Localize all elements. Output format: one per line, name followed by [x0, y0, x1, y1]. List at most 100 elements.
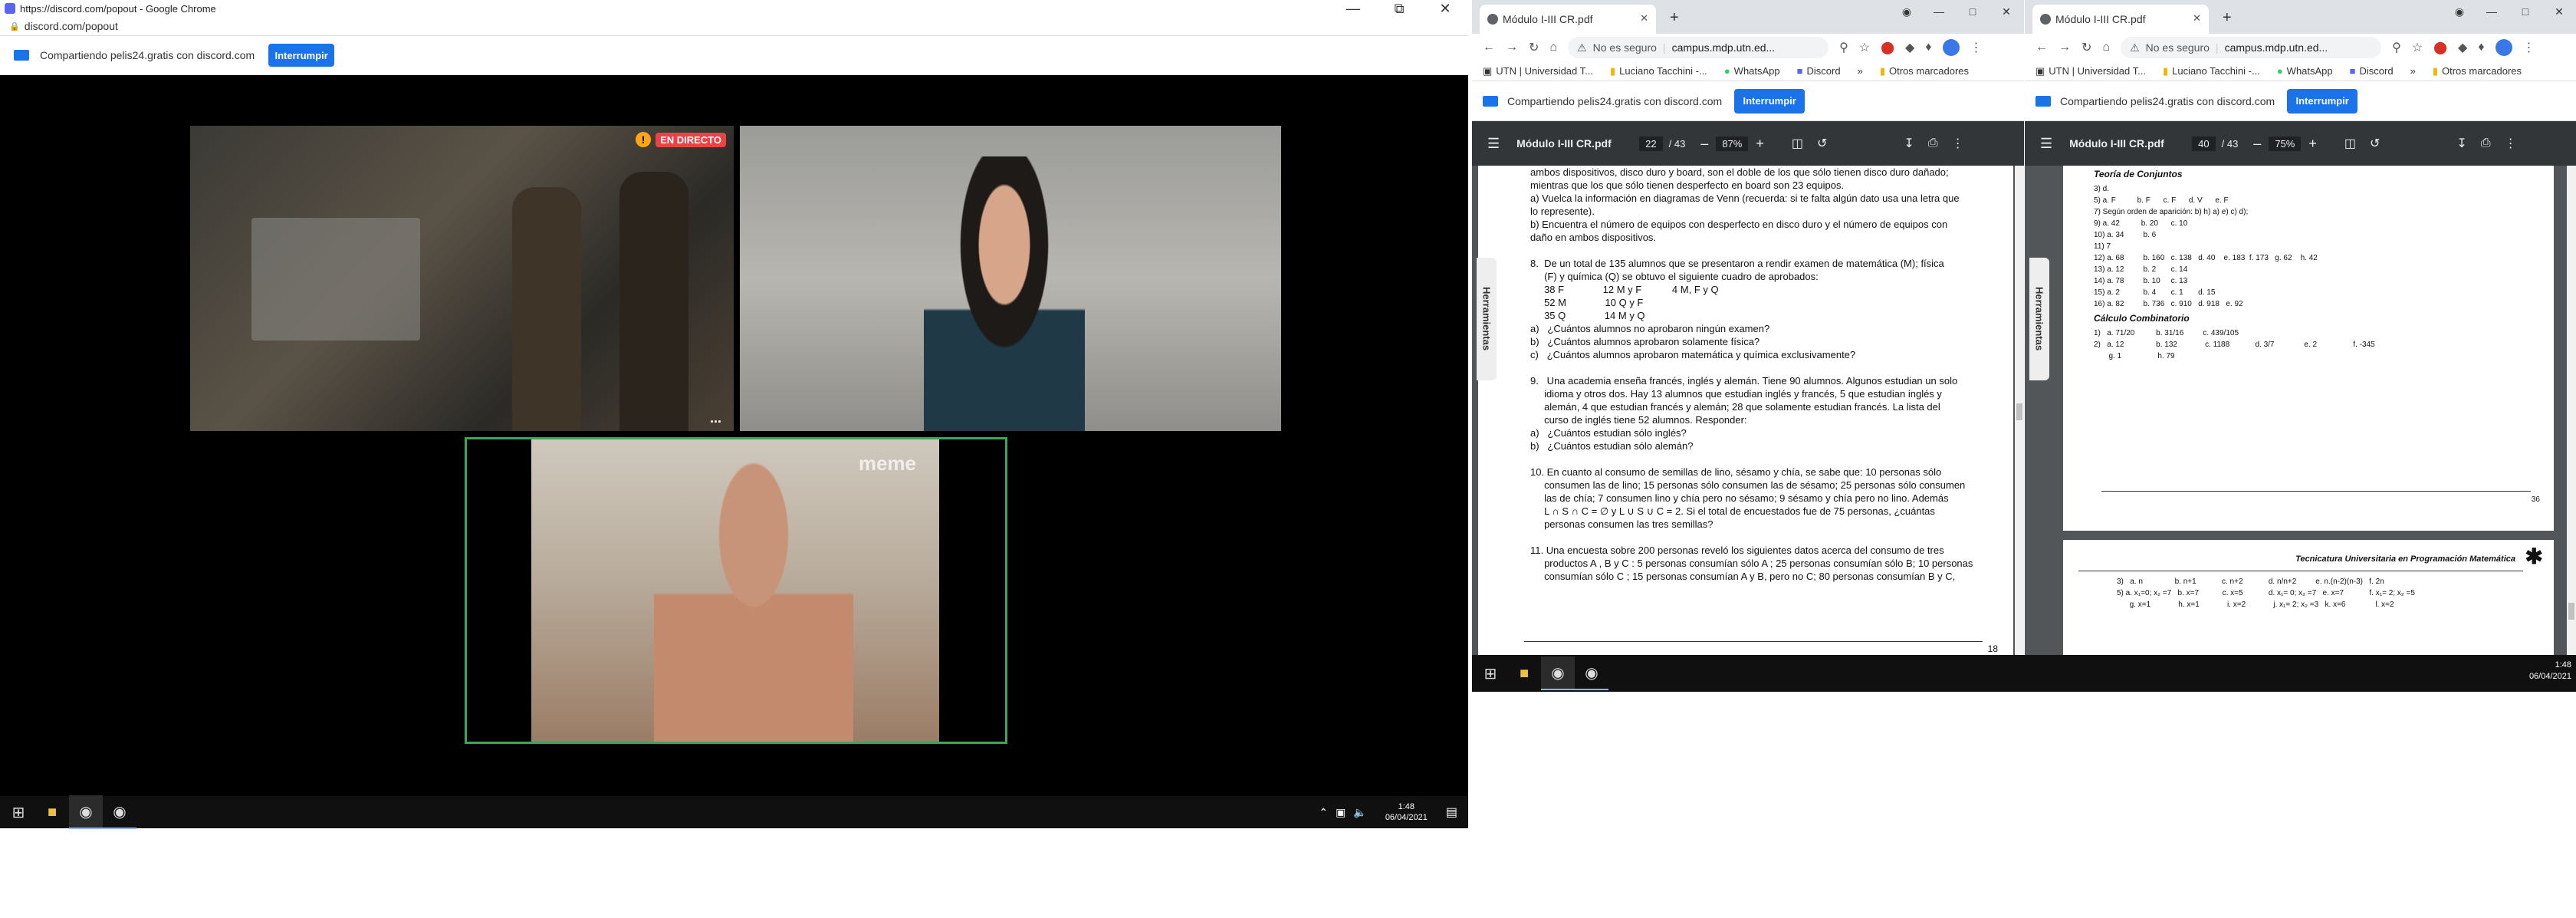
- fit-page-icon[interactable]: ◫: [2344, 136, 2356, 151]
- scrollbar[interactable]: [2567, 166, 2576, 663]
- zoom-input[interactable]: 75%: [2269, 136, 2302, 151]
- star-icon[interactable]: ☆: [1859, 40, 1870, 55]
- menu-icon[interactable]: ⋮: [1970, 40, 1983, 55]
- puzzle-icon[interactable]: ♦: [2478, 41, 2484, 54]
- url-bar[interactable]: 🔒 discord.com/popout: [0, 17, 1468, 36]
- video-tile-user-2[interactable]: meme: [465, 437, 1007, 744]
- bookmark-utn[interactable]: ▣ UTN | Universidad T...: [1483, 65, 1593, 77]
- bookmark-whatsapp[interactable]: ● WhatsApp: [1724, 65, 1780, 77]
- bookmark-luciano[interactable]: ▮ Luciano Tacchini -...: [2163, 65, 2260, 77]
- page-input[interactable]: 22: [1639, 136, 1663, 151]
- notifications-icon[interactable]: ▤: [1446, 804, 1457, 820]
- close-button[interactable]: ✕: [1422, 1, 1468, 17]
- maximize-button[interactable]: □: [1956, 5, 1990, 18]
- browser-tab[interactable]: Módulo I-III CR.pdf ✕: [2032, 5, 2209, 34]
- bookmark-discord[interactable]: ■ Discord: [2350, 65, 2394, 77]
- search-icon[interactable]: ⚲: [1839, 40, 1848, 55]
- bookmark-utn[interactable]: ▣ UTN | Universidad T...: [2036, 65, 2146, 77]
- start-icon[interactable]: ⊞: [1474, 656, 1507, 690]
- video-tile-user-1[interactable]: [740, 126, 1281, 431]
- page-input[interactable]: 40: [2192, 136, 2216, 151]
- chrome-icon[interactable]: ◉: [69, 795, 103, 829]
- rotate-icon[interactable]: ↺: [1817, 136, 1827, 151]
- discord-taskbar-icon[interactable]: ◉: [103, 795, 136, 829]
- bookmarks-overflow-icon[interactable]: »: [2410, 65, 2416, 77]
- forward-icon[interactable]: →: [1506, 41, 1518, 54]
- reload-icon[interactable]: ↻: [2082, 40, 2091, 55]
- bookmarks-overflow-icon[interactable]: »: [1858, 65, 1863, 77]
- pdf-menu-icon[interactable]: ☰: [2040, 136, 2052, 152]
- forward-icon[interactable]: →: [2058, 41, 2071, 54]
- tools-side-tab[interactable]: Herramientas: [1477, 258, 1497, 380]
- maximize-button[interactable]: ⧉: [1376, 1, 1422, 17]
- bookmark-luciano[interactable]: ▮ Luciano Tacchini -...: [1610, 65, 1707, 77]
- chrome-icon[interactable]: ◉: [1541, 656, 1575, 690]
- extension-icon[interactable]: ◆: [2458, 40, 2467, 55]
- clock[interactable]: 1:48 06/04/2021: [1385, 801, 1428, 823]
- stop-share-button[interactable]: Interrumpir: [268, 44, 335, 67]
- minimize-button[interactable]: —: [1922, 5, 1956, 18]
- bookmark-whatsapp[interactable]: ● WhatsApp: [2277, 65, 2333, 77]
- tab-search-icon[interactable]: ◉: [2444, 5, 2475, 18]
- new-tab-icon[interactable]: +: [2223, 9, 2232, 27]
- file-explorer-icon[interactable]: ■: [35, 795, 69, 829]
- clock[interactable]: 1:48 06/04/2021: [2529, 660, 2571, 683]
- tray-chevron-icon[interactable]: ⌃: [1319, 806, 1328, 819]
- download-icon[interactable]: ↧: [1904, 136, 1914, 151]
- tab-close-icon[interactable]: ✕: [1640, 12, 1648, 25]
- tools-side-tab[interactable]: Herramientas: [2029, 258, 2049, 380]
- pdf-viewer[interactable]: ambos dispositivos, disco duro y board, …: [1472, 166, 2024, 663]
- browser-tab[interactable]: Módulo I-III CR.pdf ✕: [1480, 5, 1656, 34]
- file-explorer-icon[interactable]: ■: [1507, 656, 1541, 690]
- bookmark-discord[interactable]: ■ Discord: [1797, 65, 1841, 77]
- zoom-in-icon[interactable]: +: [2308, 136, 2317, 152]
- scrollbar-thumb[interactable]: [2016, 403, 2022, 420]
- pdf-viewer[interactable]: Teoría de Conjuntos 3) d. 5) a. F b. F c.…: [2025, 166, 2576, 663]
- scrollbar-thumb[interactable]: [2568, 603, 2574, 620]
- network-icon[interactable]: ▣: [1336, 806, 1346, 819]
- discord-taskbar-icon[interactable]: ◉: [1575, 656, 1608, 690]
- stop-share-button[interactable]: Interrumpir: [2287, 88, 2358, 114]
- zoom-out-icon[interactable]: –: [1700, 136, 1708, 152]
- star-icon[interactable]: ☆: [2412, 40, 2423, 55]
- start-icon[interactable]: ⊞: [2, 795, 35, 829]
- extension-abp-icon[interactable]: ⬤: [1881, 40, 1894, 55]
- scrollbar[interactable]: [2015, 166, 2024, 663]
- pdf-more-icon[interactable]: ⋮: [1952, 136, 1964, 151]
- close-button[interactable]: ✕: [1990, 5, 2023, 18]
- video-tile-stream[interactable]: ! EN DIRECTO ...: [190, 126, 734, 431]
- new-tab-icon[interactable]: +: [1670, 9, 1679, 27]
- profile-avatar[interactable]: [2495, 39, 2512, 56]
- pdf-menu-icon[interactable]: ☰: [1487, 136, 1500, 152]
- minimize-button[interactable]: —: [1330, 1, 1376, 17]
- extension-abp-icon[interactable]: ⬤: [2433, 40, 2447, 55]
- reload-icon[interactable]: ↻: [1529, 40, 1539, 55]
- print-icon[interactable]: ⎙: [1928, 137, 1938, 150]
- volume-icon[interactable]: 🔈: [1353, 806, 1366, 819]
- more-options-icon[interactable]: ...: [710, 410, 721, 426]
- rotate-icon[interactable]: ↺: [2370, 136, 2380, 151]
- zoom-out-icon[interactable]: –: [2253, 136, 2261, 152]
- print-icon[interactable]: ⎙: [2481, 137, 2491, 150]
- pdf-more-icon[interactable]: ⋮: [2505, 136, 2517, 151]
- omnibox[interactable]: ⚠ No es seguro | campus.mdp.utn.ed...: [1568, 37, 1829, 58]
- profile-avatar[interactable]: [1942, 39, 1960, 56]
- tab-close-icon[interactable]: ✕: [2193, 12, 2201, 25]
- other-bookmarks[interactable]: ▮ Otros marcadores: [2433, 65, 2522, 77]
- home-icon[interactable]: ⌂: [2102, 41, 2110, 54]
- back-icon[interactable]: ←: [1483, 41, 1495, 54]
- tab-search-icon[interactable]: ◉: [1891, 5, 1922, 18]
- search-icon[interactable]: ⚲: [2392, 40, 2401, 55]
- download-icon[interactable]: ↧: [2456, 136, 2466, 151]
- back-icon[interactable]: ←: [2036, 41, 2048, 54]
- omnibox[interactable]: ⚠ No es seguro | campus.mdp.utn.ed...: [2121, 37, 2382, 58]
- zoom-in-icon[interactable]: +: [1756, 136, 1764, 152]
- other-bookmarks[interactable]: ▮ Otros marcadores: [1880, 65, 1969, 77]
- minimize-button[interactable]: —: [2475, 5, 2509, 18]
- home-icon[interactable]: ⌂: [1549, 41, 1557, 54]
- stop-share-button[interactable]: Interrumpir: [1734, 88, 1806, 114]
- menu-icon[interactable]: ⋮: [2523, 40, 2535, 55]
- zoom-input[interactable]: 87%: [1716, 136, 1749, 151]
- fit-page-icon[interactable]: ◫: [1792, 136, 1803, 151]
- maximize-button[interactable]: □: [2509, 5, 2542, 18]
